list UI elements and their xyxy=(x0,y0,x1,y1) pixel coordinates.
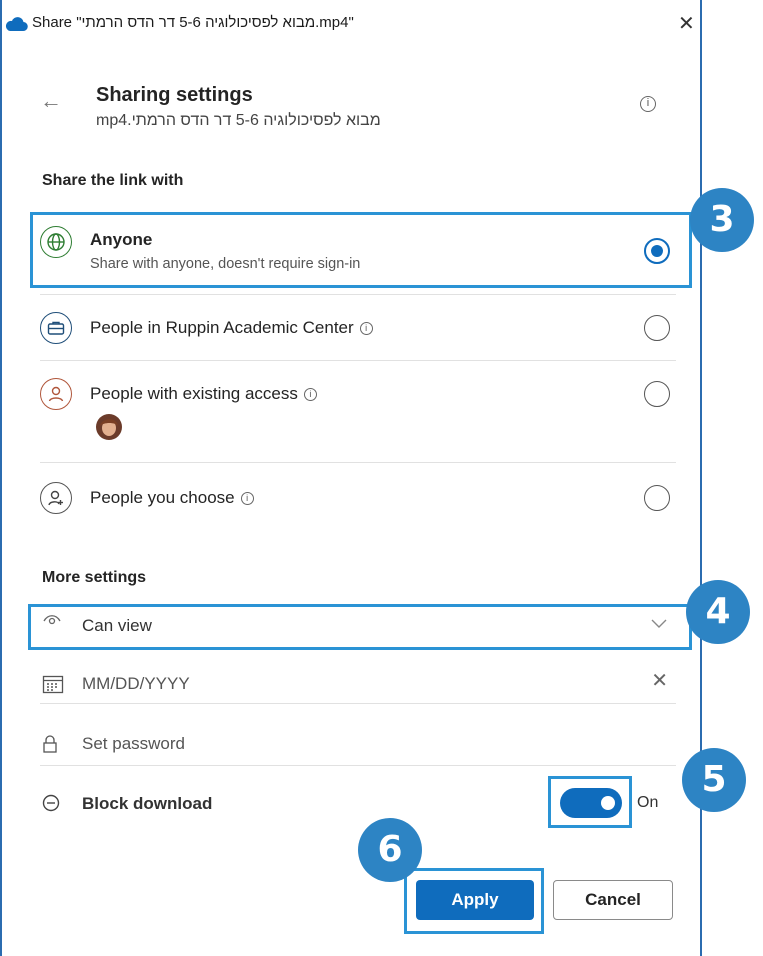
option-label: People in Ruppin Academic Center i xyxy=(90,318,373,338)
option-label: People you choose i xyxy=(90,488,254,508)
password-placeholder: Set password xyxy=(82,734,185,753)
step-badge-3: 3 xyxy=(690,188,754,252)
share-with-label: Share the link with xyxy=(42,172,184,189)
info-icon[interactable]: i xyxy=(359,322,373,335)
onedrive-cloud-icon xyxy=(4,16,28,37)
step-badge-4: 4 xyxy=(686,580,750,644)
person-add-icon xyxy=(40,482,72,514)
info-icon[interactable]: i xyxy=(303,388,317,401)
option-existing-access[interactable]: People with existing access i xyxy=(40,372,676,448)
highlight-apply xyxy=(404,868,544,934)
divider xyxy=(40,294,676,295)
cancel-button[interactable]: Cancel xyxy=(553,880,673,920)
password-field[interactable]: Set password xyxy=(40,722,676,766)
minus-circle-icon xyxy=(42,794,60,817)
info-icon[interactable]: i xyxy=(240,492,254,505)
option-specific-people[interactable]: People you choose i xyxy=(40,478,676,522)
step-badge-5: 5 xyxy=(682,748,746,812)
file-name: מבוא לפסיכולוגיה 5-6 דר הדס הרמתי.mp4 xyxy=(96,112,381,129)
highlight-toggle xyxy=(548,776,632,828)
radio-existing-access[interactable] xyxy=(644,381,670,407)
field-underline xyxy=(40,703,676,704)
person-icon xyxy=(40,378,72,410)
avatar xyxy=(96,414,122,445)
radio-specific-people[interactable] xyxy=(644,485,670,511)
field-underline xyxy=(40,765,676,766)
option-label-text: People you choose xyxy=(90,488,235,507)
back-arrow-icon[interactable]: ← xyxy=(40,88,62,114)
divider xyxy=(40,462,676,463)
title-bar: Share "מבוא לפסיכולוגיה 5-6 דר הדס הרמתי… xyxy=(2,10,702,42)
more-settings-label: More settings xyxy=(42,569,147,586)
radio-organization[interactable] xyxy=(644,315,670,341)
toggle-state-label: On xyxy=(637,794,659,811)
option-organization[interactable]: People in Ruppin Academic Center i xyxy=(40,306,676,350)
page-title: Sharing settings xyxy=(96,84,253,106)
option-label: People with existing access i xyxy=(90,384,317,404)
highlight-anyone xyxy=(30,212,692,288)
highlight-permission xyxy=(28,604,692,650)
expiration-date-field[interactable]: MM/DD/YYYY ✕ xyxy=(40,660,676,704)
date-placeholder: MM/DD/YYYY xyxy=(82,674,190,693)
close-button[interactable]: ✕ xyxy=(678,14,695,34)
clear-date-icon[interactable]: ✕ xyxy=(651,668,668,693)
info-icon[interactable]: i xyxy=(640,96,656,112)
calendar-icon xyxy=(42,674,64,699)
divider xyxy=(40,360,676,361)
step-badge-6: 6 xyxy=(358,818,422,882)
sharing-settings-header: ← Sharing settings מבוא לפסיכולוגיה 5-6 … xyxy=(40,80,680,140)
block-download-label: Block download xyxy=(82,794,213,813)
option-label-text: People with existing access xyxy=(90,384,298,403)
lock-icon xyxy=(42,734,58,759)
option-label-text: People in Ruppin Academic Center xyxy=(90,318,354,337)
briefcase-icon xyxy=(40,312,72,344)
window-title: Share "מבוא לפסיכולוגיה 5-6 דר הדס הרמתי… xyxy=(32,14,354,31)
